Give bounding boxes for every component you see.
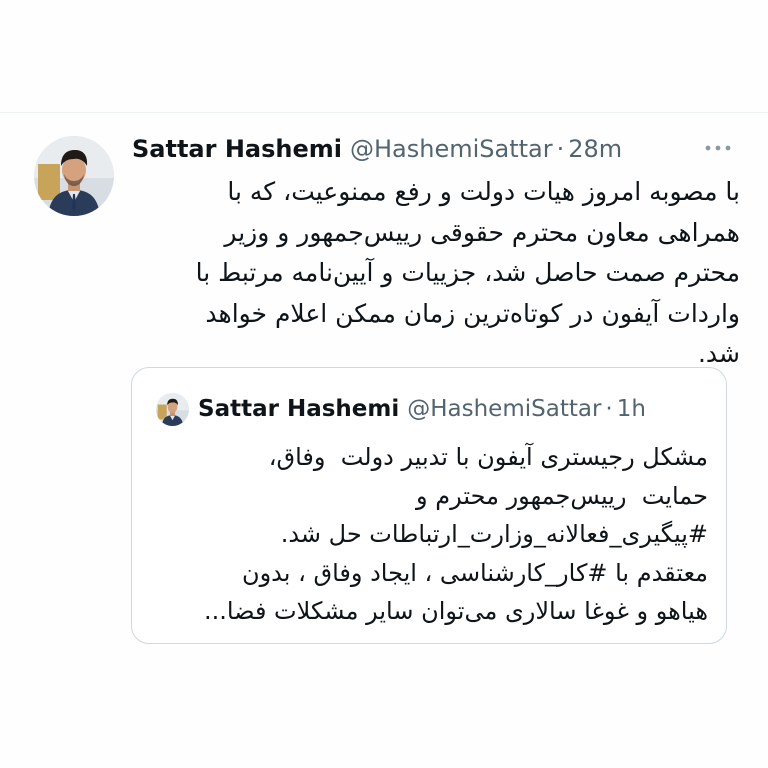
separator-dot: · — [556, 135, 565, 163]
quoted-tweet-card[interactable]: Sattar Hashemi @HashemiSattar · 1h مشکل … — [131, 367, 727, 644]
tweet-header: Sattar Hashemi @HashemiSattar · 28m — [132, 131, 622, 167]
quoted-tweet-body: مشکل رجیستری آیفون با تدبیر دولت وفاق، ح… — [203, 443, 708, 625]
quoted-tweet-header: Sattar Hashemi @HashemiSattar · 1h — [198, 392, 646, 426]
author-handle[interactable]: @HashemiSattar — [350, 131, 553, 167]
quoted-author-display-name[interactable]: Sattar Hashemi — [198, 392, 399, 426]
tweet-body: با مصوبه امروز هیات دولت و رفع ممنوعیت، … — [195, 177, 740, 368]
more-horizontal-icon[interactable] — [702, 138, 736, 158]
profile-photo-icon — [34, 136, 114, 216]
quoted-tweet-timestamp[interactable]: 1h — [617, 392, 646, 426]
quoted-author-avatar[interactable] — [156, 393, 189, 426]
separator-dot: · — [605, 396, 613, 422]
tweet-timestamp[interactable]: 28m — [568, 131, 622, 167]
quoted-author-handle[interactable]: @HashemiSattar — [407, 392, 601, 426]
tweet-screenshot: Sattar Hashemi @HashemiSattar · 28m با م… — [0, 0, 768, 768]
divider — [0, 112, 768, 113]
profile-photo-icon — [156, 393, 189, 426]
author-display-name[interactable]: Sattar Hashemi — [132, 131, 342, 167]
author-avatar[interactable] — [34, 136, 114, 216]
